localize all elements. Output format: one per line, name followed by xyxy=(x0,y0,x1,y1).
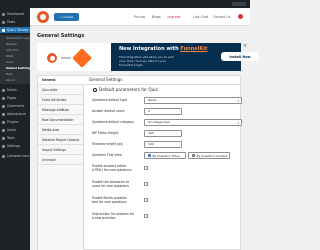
allowance-score-checkbox[interactable] xyxy=(144,182,148,186)
gear-icon xyxy=(93,87,97,92)
create-quiz-button[interactable]: + Create xyxy=(54,13,79,21)
tab-detailed-report[interactable]: Detailed Report Options xyxy=(38,136,84,145)
user-icon xyxy=(2,128,5,132)
page-icon xyxy=(2,96,5,100)
funnelkit-logo-icon xyxy=(72,48,92,68)
install-now-button[interactable]: Install Now xyxy=(221,52,259,61)
tab-import-settings[interactable]: Import Settings xyxy=(38,146,84,155)
chevron-down-icon: ▾ xyxy=(237,99,239,103)
skip-button-checkbox[interactable] xyxy=(144,214,148,218)
answer-score-label: Answer default score xyxy=(92,109,125,113)
wrench-icon xyxy=(2,136,5,140)
answer-score-input[interactable]: 0 xyxy=(144,108,182,115)
section-divider xyxy=(85,84,241,85)
menu-item-settings[interactable]: Settings xyxy=(0,143,30,149)
tab-quiz-wide[interactable]: Quiz-wide xyxy=(38,86,84,95)
skip-button-label: Skip button for answers for a new questi… xyxy=(92,212,135,220)
question-type-label: Questions default type xyxy=(92,98,128,102)
radio-by-question-titles[interactable]: By Question Titles xyxy=(144,152,186,159)
plugin-header: + Create Pricing Blogs Upgrade Live Chat… xyxy=(30,8,250,26)
answers-editor-label: Enable answers editor (HTML) for new que… xyxy=(92,164,132,172)
nav-upgrade[interactable]: Upgrade xyxy=(167,15,181,19)
settings-tabs: General Quiz-wide Extra Attributes Messa… xyxy=(38,76,84,250)
question-category-label: Questions default category xyxy=(92,120,134,124)
menu-item-appearance[interactable]: Appearance xyxy=(0,111,30,117)
brush-icon xyxy=(2,112,5,116)
tab-general[interactable]: General xyxy=(38,76,84,85)
funnelkit-link[interactable]: FunnelKit xyxy=(180,46,207,52)
wp-editor-height-input[interactable]: 300 xyxy=(144,130,182,137)
tab-media-area[interactable]: Media area xyxy=(38,126,84,135)
nav-blogs[interactable]: Blogs xyxy=(152,15,161,19)
tab-role-documentation[interactable]: Role Documentation xyxy=(38,116,84,125)
comment-icon xyxy=(2,104,5,108)
question-title-view-label: Question Title View xyxy=(92,153,122,157)
textarea-height-label: Textarea height (px) xyxy=(92,142,124,146)
integration-banner: New Integration with FunnelKit The integ… xyxy=(37,43,259,71)
menu-collapse[interactable]: Collapse menu xyxy=(0,153,31,159)
nav-contact-us[interactable]: Contact Us xyxy=(213,15,230,19)
settings-icon xyxy=(2,144,5,148)
collapse-icon xyxy=(2,154,5,158)
quiz-icon xyxy=(2,28,5,32)
wp-admin-bar xyxy=(0,0,250,8)
menu-item-pages[interactable]: Pages xyxy=(0,95,30,101)
answers-editor-checkbox[interactable] xyxy=(144,166,148,170)
menu-item-plugins[interactable]: Plugins xyxy=(0,119,30,125)
submenu-item-about[interactable]: About xyxy=(0,77,30,83)
radio-by-question-content[interactable]: By Question Content xyxy=(188,152,230,159)
banner-title: New Integration with FunnelKit xyxy=(119,46,208,52)
wp-editor-height-label: WP Editor Height xyxy=(92,131,119,135)
question-type-select[interactable]: Radio ▾ xyxy=(144,97,242,104)
menu-item-dashboard[interactable]: Dashboard xyxy=(0,11,30,17)
media-icon xyxy=(2,88,5,92)
question-category-select[interactable]: Uncategorized ▾ xyxy=(144,119,242,126)
arrow-icon xyxy=(61,57,71,59)
pin-icon xyxy=(2,20,5,24)
menu-item-tools[interactable]: Tools xyxy=(0,135,30,141)
admin-sidebar-menu: Dashboard Posts Quiz / Survey Quizzes/Su… xyxy=(0,8,32,250)
admin-bar-account[interactable] xyxy=(232,2,246,6)
textarea-height-input[interactable]: 100 xyxy=(144,141,182,148)
allowance-score-label: Enable the allowance to score for new qu… xyxy=(92,180,130,188)
menu-item-media[interactable]: Media xyxy=(0,87,30,93)
menu-item-users[interactable]: Users xyxy=(0,127,30,133)
nav-live-chat[interactable]: Live Chat xyxy=(193,15,208,19)
whats-new-badge[interactable] xyxy=(238,14,243,19)
chevron-down-icon: ▾ xyxy=(237,121,239,125)
dashboard-icon xyxy=(2,12,5,16)
question-title-view-options: By Question Titles By Question Content xyxy=(144,152,230,159)
tab-extra-attributes[interactable]: Extra Attributes xyxy=(38,96,84,105)
radio-dot xyxy=(148,154,151,157)
tab-uninstall[interactable]: Uninstall xyxy=(38,156,84,165)
tab-message-addition[interactable]: Message Addition xyxy=(38,106,84,115)
radio-dot xyxy=(192,154,195,157)
menu-item-posts[interactable]: Posts xyxy=(0,19,30,25)
plug-icon xyxy=(2,120,5,124)
qsm-logo-icon xyxy=(47,53,57,63)
qsm-logo-icon xyxy=(37,11,49,23)
points-text-checkbox[interactable] xyxy=(144,198,148,202)
banner-close-icon[interactable]: × xyxy=(242,43,248,49)
menu-item-comments[interactable]: Comments xyxy=(0,103,30,109)
section-title: General Settings xyxy=(89,77,123,82)
page-title: General Settings xyxy=(37,33,85,39)
nav-pricing[interactable]: Pricing xyxy=(134,15,145,19)
menu-item-quiz-survey[interactable]: Quiz / Survey xyxy=(0,27,30,33)
section-subheading: Default parameters for Quiz xyxy=(93,87,158,92)
settings-panel: General Quiz-wide Extra Attributes Messa… xyxy=(37,75,242,250)
points-text-label: Enable Points question text for new ques… xyxy=(92,196,128,204)
banner-text: The integration will allow you to add yo… xyxy=(119,55,174,67)
